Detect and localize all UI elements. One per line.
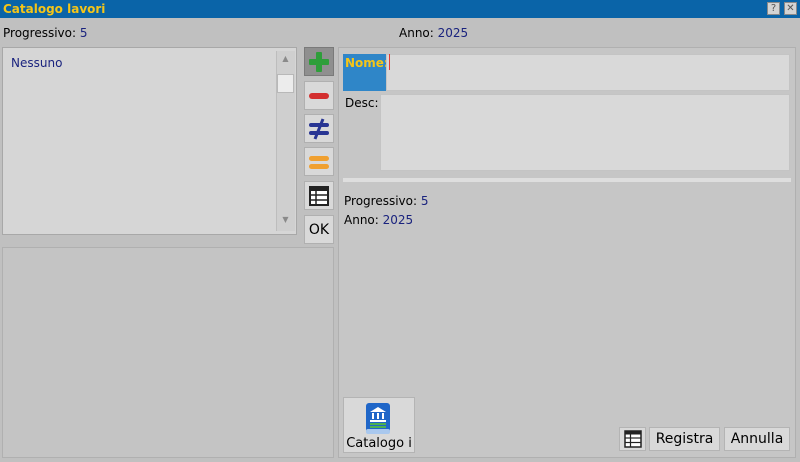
- equal-icon: [309, 155, 329, 169]
- table-button[interactable]: [304, 181, 334, 210]
- help-button[interactable]: ?: [767, 2, 780, 15]
- detail-progressivo-value: 5: [420, 194, 429, 208]
- table-icon: [309, 185, 329, 206]
- detail-anno-label: Anno:: [344, 213, 379, 227]
- detail-progressivo: Progressivo: 5: [344, 194, 429, 208]
- work-list[interactable]: [2, 47, 297, 235]
- desc-label: Desc:: [345, 96, 379, 110]
- header-anno-label: Anno:: [399, 26, 434, 40]
- add-button[interactable]: [304, 47, 334, 76]
- detail-anno: Anno: 2025: [344, 213, 413, 227]
- header-progressivo: Progressivo: 5: [3, 26, 88, 40]
- header-progressivo-value: 5: [79, 26, 88, 40]
- registra-button[interactable]: Registra: [649, 427, 720, 451]
- preview-panel: [2, 247, 334, 458]
- detail-progressivo-label: Progressivo:: [344, 194, 418, 208]
- desc-textarea[interactable]: [380, 94, 790, 171]
- text-caret: [389, 54, 390, 70]
- plus-icon: [309, 51, 329, 72]
- catalog-button-label: Catalogo i: [346, 436, 412, 451]
- not-equal-icon: [309, 117, 329, 140]
- scroll-down-icon[interactable]: ▼: [276, 213, 295, 227]
- separator: [343, 178, 791, 182]
- list-item[interactable]: Nessuno: [11, 56, 62, 70]
- catalog-button[interactable]: Catalogo i: [343, 397, 415, 453]
- header-anno-value: 2025: [437, 26, 469, 40]
- header-anno: Anno: 2025: [399, 26, 468, 40]
- scroll-thumb[interactable]: [277, 74, 294, 93]
- window-title: Catalogo lavori: [3, 2, 106, 16]
- equal-button[interactable]: [304, 147, 334, 176]
- table-icon: [623, 430, 642, 448]
- ok-button[interactable]: OK: [304, 215, 334, 244]
- annulla-button[interactable]: Annulla: [724, 427, 790, 451]
- header-progressivo-label: Progressivo:: [3, 26, 77, 40]
- minus-icon: [309, 92, 329, 99]
- nome-input[interactable]: [386, 54, 790, 91]
- close-button[interactable]: ✕: [784, 2, 797, 15]
- remove-button[interactable]: [304, 81, 334, 110]
- grid-button[interactable]: [619, 427, 646, 451]
- not-equal-button[interactable]: [304, 114, 334, 143]
- detail-anno-value: 2025: [382, 213, 414, 227]
- book-icon: [366, 403, 390, 434]
- title-bar: [0, 0, 800, 18]
- nome-label: Nome:: [343, 54, 389, 91]
- scroll-up-icon[interactable]: ▲: [276, 52, 295, 66]
